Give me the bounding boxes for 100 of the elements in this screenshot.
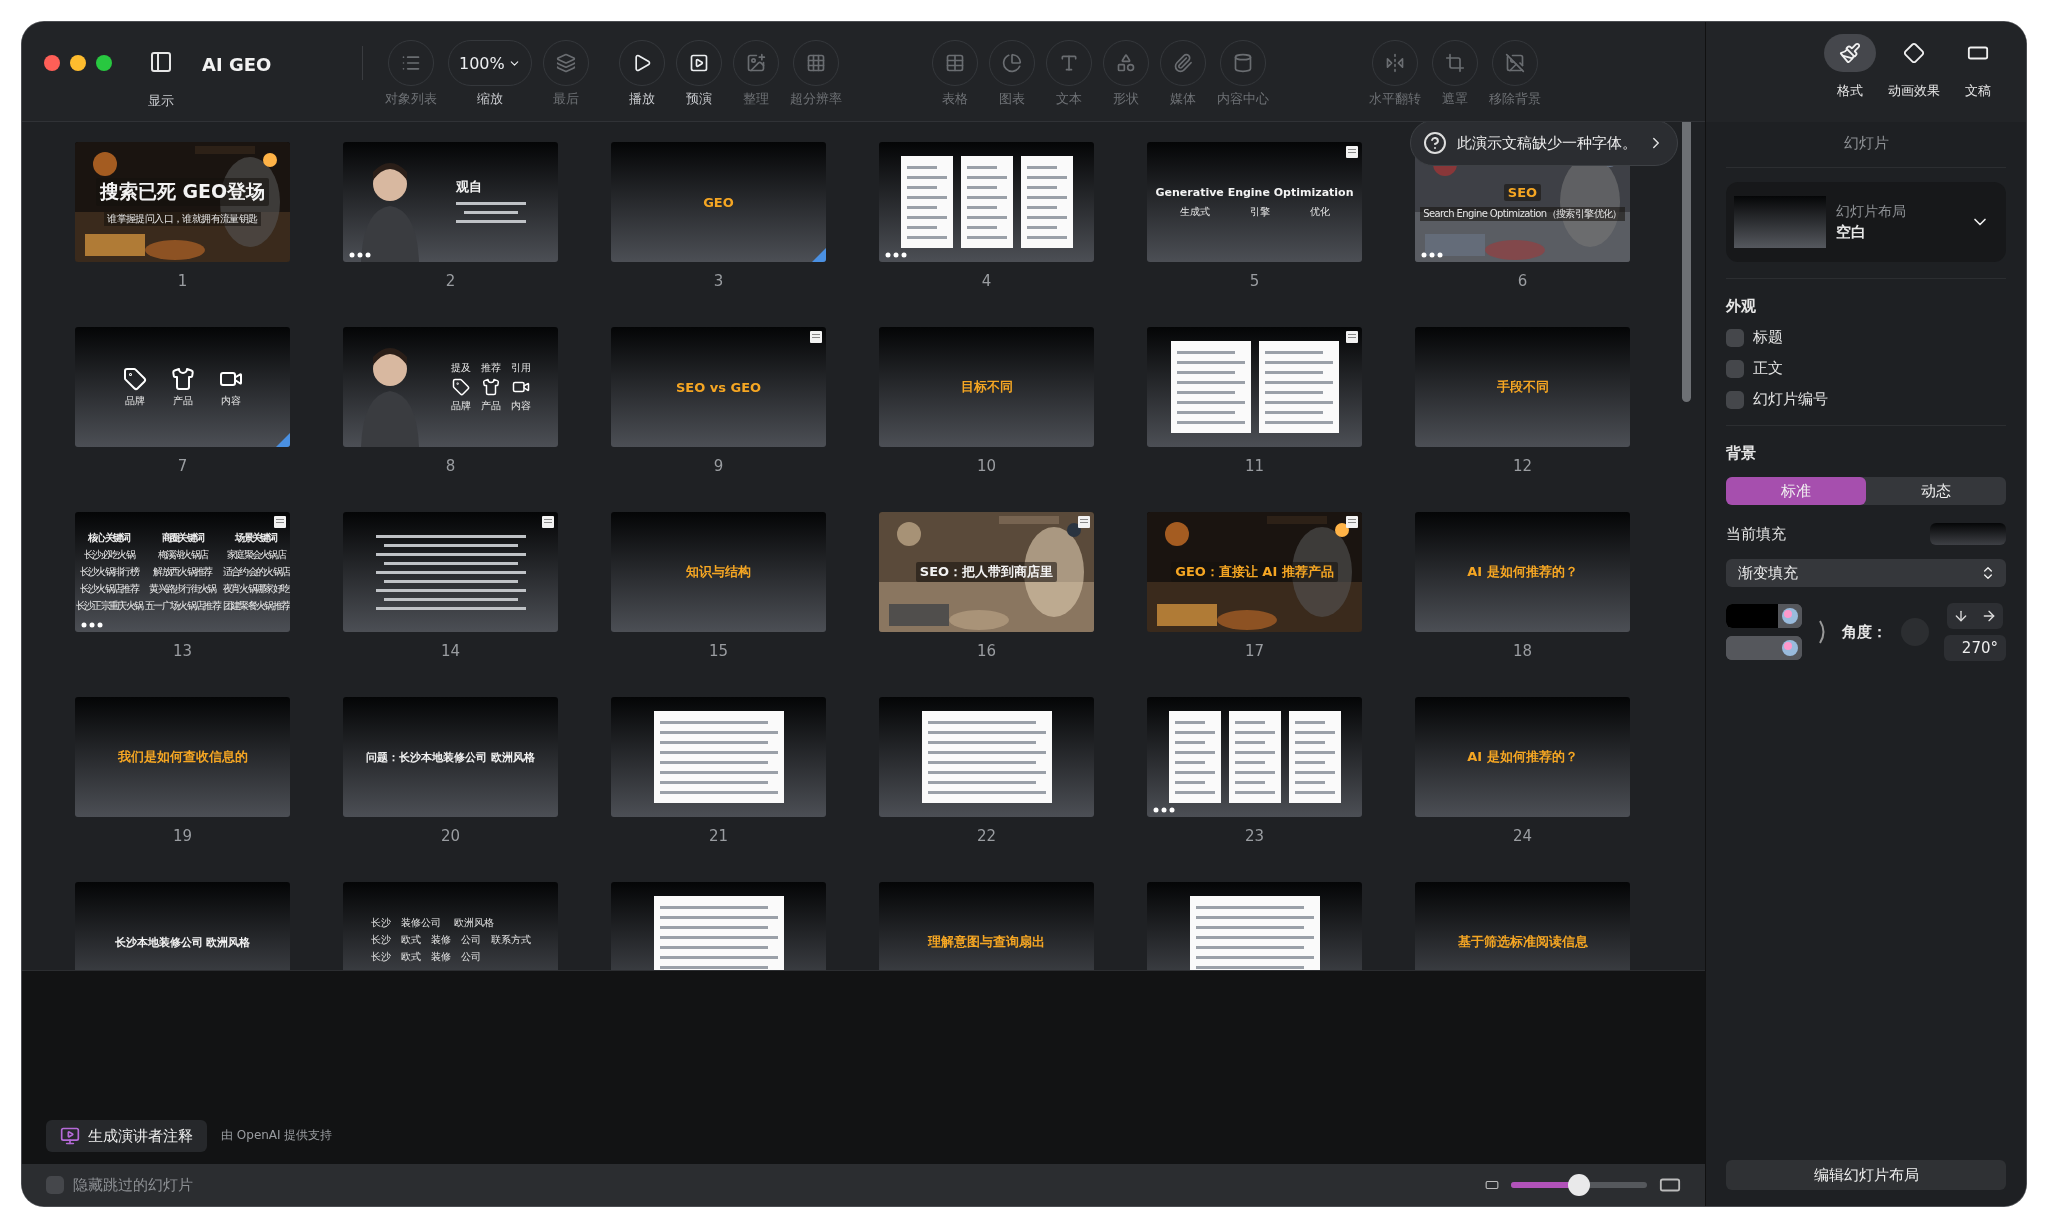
slide-thumbnail[interactable]: 观自 xyxy=(343,142,558,262)
slide-thumbnail[interactable]: AI 是如何推荐的？ xyxy=(1415,512,1630,632)
minimize-button[interactable] xyxy=(70,55,86,71)
slide-thumbnail[interactable]: Generative Engine Optimization 生成式 引擎 优化 xyxy=(1147,142,1362,262)
thumbnail-size-slider[interactable] xyxy=(1511,1174,1647,1196)
slide-thumbnail[interactable]: AI 是如何推荐的？ xyxy=(1415,697,1630,817)
slide-thumbnail[interactable] xyxy=(1147,697,1362,817)
table-icon xyxy=(944,53,965,73)
slide-label: 提及 xyxy=(450,361,471,375)
slide-thumbnail[interactable]: GEO：直接让 AI 推荐产品 xyxy=(1147,512,1362,632)
credit-text: 由 OpenAI 提供支持 xyxy=(221,1127,333,1144)
color-wheel-icon[interactable] xyxy=(1782,608,1798,624)
slide-label: 产品 xyxy=(480,399,501,413)
tag-icon xyxy=(451,378,470,396)
font-warning-tooltip[interactable]: 此演示文稿缺少一种字体。 xyxy=(1410,122,1678,166)
slide-number: 10 xyxy=(976,457,997,475)
slide-number: 9 xyxy=(713,457,724,475)
slide-thumbnail[interactable] xyxy=(1147,882,1362,970)
slide-thumbnail[interactable]: 问题：长沙本地装修公司 欧洲风格 xyxy=(343,697,558,817)
slide-title: GEO：直接让 AI 推荐产品 xyxy=(1171,562,1338,582)
slide-thumbnail[interactable]: 我们是如何查收信息的 xyxy=(75,697,290,817)
table-cell: 五一广场火锅店推荐 xyxy=(145,599,220,613)
color-well[interactable] xyxy=(1726,636,1802,660)
slide-subtitle: 谁掌握提问入口，谁就拥有流量钥匙 xyxy=(104,212,261,226)
fill-swatch[interactable] xyxy=(1930,523,2006,545)
slide-thumbnail[interactable]: 搜索已死 GEO登场 谁掌握提问入口，谁就拥有流量钥匙 xyxy=(75,142,290,262)
slide-number: 18 xyxy=(1512,642,1533,660)
slide-thumbnail[interactable] xyxy=(611,697,826,817)
slide-number: 1 xyxy=(177,272,188,290)
tag-icon xyxy=(122,366,147,391)
color-wheel-icon[interactable] xyxy=(1782,640,1798,656)
sidebar-toggle[interactable]: 显示 xyxy=(148,40,174,110)
slide-number: 24 xyxy=(1512,827,1533,845)
layout-picker[interactable]: 幻灯片布局 空白 xyxy=(1726,182,2006,262)
layers-icon xyxy=(555,53,576,73)
slide-thumbnail[interactable]: GEO xyxy=(611,142,826,262)
slide-text: 长沙 装修公司 欧洲风格 xyxy=(370,916,494,930)
slide-thumbnail[interactable]: SEO vs GEO xyxy=(611,327,826,447)
appearance-heading: 外观 xyxy=(1726,297,1757,316)
slide-thumbnail[interactable] xyxy=(879,142,1094,262)
table-cell-text: 长沙必吃火锅 xyxy=(83,548,136,562)
arrow-right-icon[interactable] xyxy=(1981,608,1997,624)
slide-thumbnail[interactable]: 理解意图与查询扇出 xyxy=(879,882,1094,970)
slide-thumbnail[interactable]: 基于筛选标准阅读信息 xyxy=(1415,882,1630,970)
slide-thumbnail[interactable]: 核心关键词 商圈关键词 场景关键词 长沙必吃火锅 梅溪湖火锅店 家庭聚会火锅店 长沙火锅排行榜 解放西火锅推荐 适合约会的火锅店 长沙火锅店推荐 黄兴路步行街火锅 夜宵火锅哪家好吃 长沙正宗重庆火锅 五一广场火锅店推荐 团建聚餐火锅推荐 xyxy=(75,512,290,632)
slide-title: 知识与结构 xyxy=(686,563,751,581)
slide-thumbnail[interactable] xyxy=(611,882,826,970)
slide-label: 引擎 xyxy=(1249,204,1270,219)
help-icon xyxy=(1423,131,1447,155)
slide-thumbnail[interactable]: 品牌 产品 内容 xyxy=(75,327,290,447)
generate-notes-button[interactable]: 生成演讲者注释 xyxy=(46,1120,207,1152)
slide-label: 内容 xyxy=(220,393,241,408)
close-button[interactable] xyxy=(44,55,60,71)
slide-text: 长沙 欧式 装修 公司 联系方式 xyxy=(370,933,531,947)
slide-label: 品牌 xyxy=(124,393,145,408)
inspector-tab[interactable]: 格式 xyxy=(1820,34,1880,122)
slide-label: 产品 xyxy=(172,393,193,408)
zoom-window-button[interactable] xyxy=(96,55,112,71)
hide-skipped-checkbox[interactable]: 隐藏跳过的幻灯片 xyxy=(46,1175,193,1195)
slide-text: 长沙 欧式 装修 公司 xyxy=(370,950,481,964)
table-cell-text: 黄兴路步行街火锅 xyxy=(148,582,218,596)
slide-number: 11 xyxy=(1244,457,1265,475)
shirt-icon xyxy=(170,366,195,391)
table-cell-text: 长沙火锅排行榜 xyxy=(78,565,140,579)
slide-title: AI 是如何推荐的？ xyxy=(1467,748,1578,766)
option-checkbox[interactable]: 正文 xyxy=(1726,359,2006,378)
angle-field[interactable]: 270° xyxy=(1944,635,2006,661)
slide-number: 19 xyxy=(172,827,193,845)
table-cell-text: 解放西火锅推荐 xyxy=(152,565,214,579)
edit-layout-button[interactable]: 编辑幻灯片布局 xyxy=(1726,1160,2006,1190)
play-screen-icon xyxy=(688,53,709,73)
color-well[interactable] xyxy=(1726,604,1802,628)
scroll-bar[interactable] xyxy=(1682,122,1691,402)
document-title: AI GEO xyxy=(202,54,273,75)
slide-thumbnail[interactable]: SEO：把人带到商店里 xyxy=(879,512,1094,632)
slide-thumbnail[interactable]: 知识与结构 xyxy=(611,512,826,632)
slide-thumbnail[interactable]: 提及 品牌 推荐 产品 引用 内容 xyxy=(343,327,558,447)
option-checkbox[interactable]: 幻灯片编号 xyxy=(1726,390,2006,409)
slide-number: 8 xyxy=(445,457,456,475)
slide-thumbnail[interactable] xyxy=(879,697,1094,817)
slide-thumbnail[interactable]: 长沙 装修公司 欧洲风格 长沙 欧式 装修 公司 联系方式 长沙 欧式 装修 公司 xyxy=(343,882,558,970)
fill-type-select[interactable]: 渐变填充 xyxy=(1726,559,2006,587)
slide-thumbnail[interactable]: 目标不同 xyxy=(879,327,1094,447)
pie-chart-icon xyxy=(1001,53,1022,73)
slide-thumbnail[interactable]: 长沙本地装修公司 欧洲风格 xyxy=(75,882,290,970)
option-checkbox[interactable]: 标题 xyxy=(1726,328,2006,347)
slide-number: 5 xyxy=(1249,272,1260,290)
slide-thumbnail[interactable] xyxy=(343,512,558,632)
slide-thumbnail[interactable]: 手段不同 xyxy=(1415,327,1630,447)
segment-button[interactable]: 标准 xyxy=(1726,477,1866,505)
inspector-tab[interactable]: 动画效果 xyxy=(1884,34,1944,122)
swap-icon[interactable] xyxy=(1816,619,1827,645)
slide-number: 17 xyxy=(1244,642,1265,660)
inspector-tab[interactable]: 文稿 xyxy=(1948,34,2008,122)
image-plus-icon xyxy=(745,53,766,73)
layout-label: 幻灯片布局 xyxy=(1836,202,1907,221)
slide-thumbnail[interactable] xyxy=(1147,327,1362,447)
slide-number: 14 xyxy=(440,642,461,660)
slide-title: 观自 xyxy=(455,178,482,196)
segment-button[interactable]: 动态 xyxy=(1866,477,2006,505)
